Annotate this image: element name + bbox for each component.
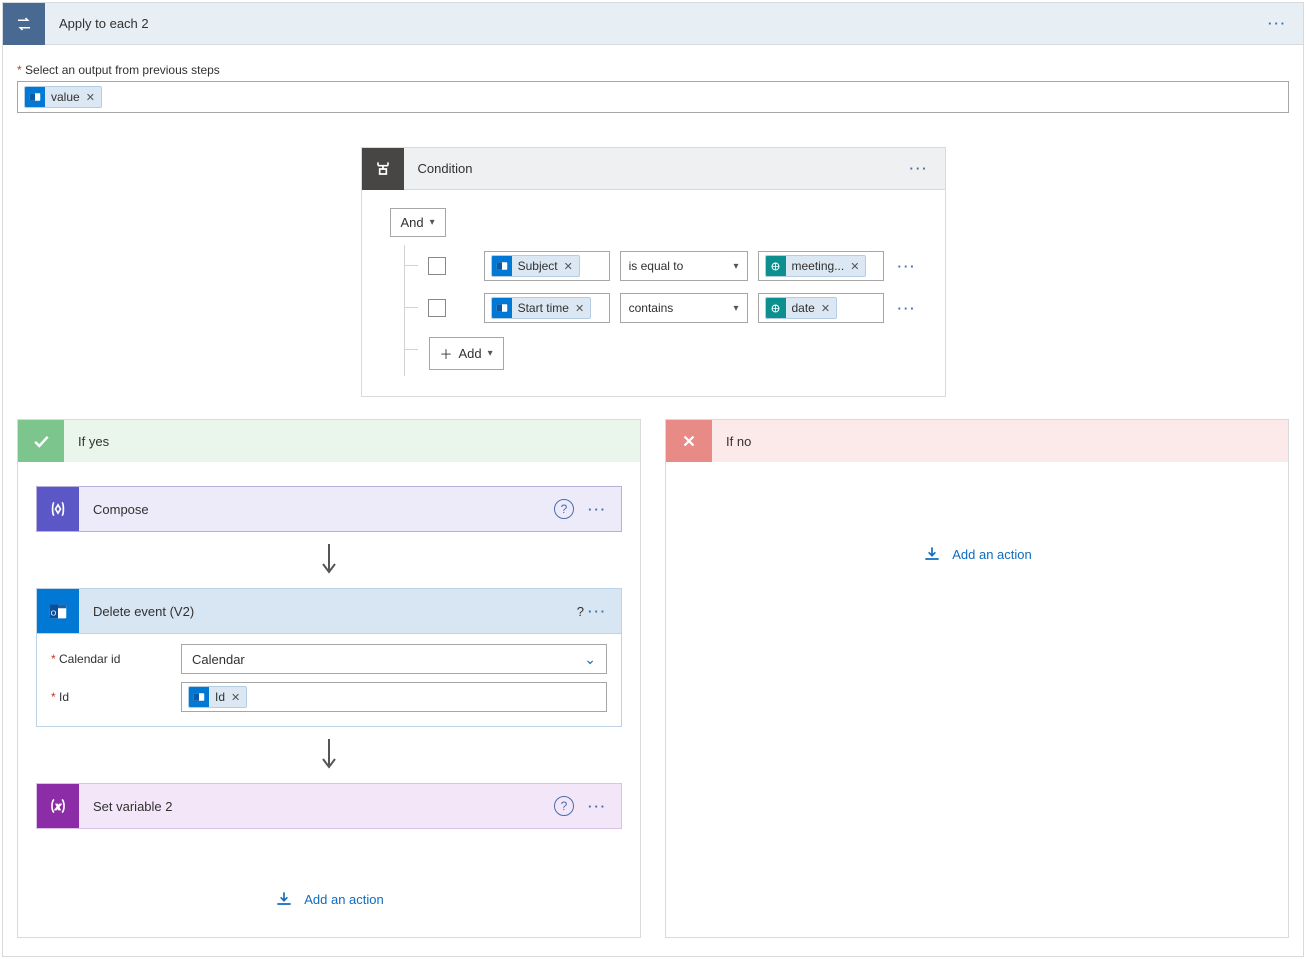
- condition-row-2-right[interactable]: date ✕: [758, 293, 884, 323]
- condition-menu[interactable]: ···: [906, 161, 933, 176]
- outlook-icon: [25, 87, 45, 107]
- condition-icon: [362, 148, 404, 190]
- help-icon[interactable]: ?: [577, 604, 584, 619]
- insert-action-icon: [922, 544, 942, 564]
- remove-token-icon[interactable]: ✕: [821, 302, 836, 315]
- condition-row-2: Start time ✕ contains ▾: [405, 287, 921, 329]
- remove-token-icon[interactable]: ✕: [575, 302, 590, 315]
- set-variable-card[interactable]: x Set variable 2 ? ···: [36, 783, 622, 829]
- calendar-id-label: * Calendar id: [51, 652, 181, 666]
- condition-row-1-operator[interactable]: is equal to ▾: [620, 251, 748, 281]
- if-yes-header: If yes: [18, 420, 640, 462]
- value-token[interactable]: value ✕: [24, 86, 102, 108]
- output-label: * Select an output from previous steps: [17, 63, 1289, 77]
- add-action-yes[interactable]: Add an action: [36, 889, 622, 909]
- plus-icon: ＋: [440, 344, 453, 363]
- help-icon[interactable]: ?: [554, 796, 574, 816]
- remove-token-icon[interactable]: ✕: [850, 260, 865, 273]
- outlook-icon: [189, 687, 209, 707]
- condition-header[interactable]: Condition ···: [362, 148, 945, 190]
- chevron-down-icon: ▾: [733, 303, 738, 314]
- variable-icon: [766, 298, 786, 318]
- chevron-down-icon: ▾: [430, 217, 435, 228]
- id-label: * Id: [51, 690, 181, 704]
- compose-card[interactable]: Compose ? ···: [36, 486, 622, 532]
- chevron-down-icon: ⌄: [584, 651, 596, 668]
- add-action-no[interactable]: Add an action: [684, 544, 1270, 564]
- condition-title: Condition: [404, 161, 906, 176]
- condition-row-2-menu[interactable]: ···: [894, 301, 921, 316]
- compose-menu[interactable]: ···: [584, 502, 611, 517]
- loop-icon: [3, 3, 45, 45]
- cross-icon: [666, 420, 712, 462]
- and-dropdown[interactable]: And ▾: [390, 208, 446, 237]
- condition-row-1: Subject ✕ is equal to ▾: [405, 245, 921, 287]
- remove-token-icon[interactable]: ✕: [231, 691, 246, 704]
- condition-row-2-checkbox[interactable]: [428, 299, 446, 317]
- if-no-branch: If no Add an action: [665, 419, 1289, 938]
- condition-row-2-operator[interactable]: contains ▾: [620, 293, 748, 323]
- output-token-field[interactable]: value ✕: [17, 81, 1289, 113]
- id-field[interactable]: Id ✕: [181, 682, 607, 712]
- delete-event-header[interactable]: O Delete event (V2) ? ···: [37, 589, 621, 633]
- check-icon: [18, 420, 64, 462]
- if-yes-branch: If yes Compose ? ···: [17, 419, 641, 938]
- condition-row-1-left[interactable]: Subject ✕: [484, 251, 610, 281]
- condition-row-1-menu[interactable]: ···: [894, 259, 921, 274]
- chevron-down-icon: ▾: [733, 261, 738, 272]
- condition-card: Condition ··· And ▾: [361, 147, 946, 397]
- remove-token-icon[interactable]: ✕: [564, 260, 579, 273]
- apply-to-each-container: Apply to each 2 ··· * Select an output f…: [2, 2, 1304, 957]
- help-icon[interactable]: ?: [554, 499, 574, 519]
- variable-icon: [766, 256, 786, 276]
- arrow-down-icon: [36, 542, 622, 580]
- apply-to-each-menu[interactable]: ···: [1264, 16, 1291, 31]
- condition-add-row: ＋ Add ▾: [405, 329, 921, 376]
- condition-row-1-right[interactable]: meeting... ✕: [758, 251, 884, 281]
- variable-icon: x: [37, 784, 79, 828]
- arrow-down-icon: [36, 737, 622, 775]
- add-condition-button[interactable]: ＋ Add ▾: [429, 337, 504, 370]
- compose-icon: [37, 487, 79, 531]
- delete-event-card: O Delete event (V2) ? ··· * Calendar id: [36, 588, 622, 727]
- outlook-icon: [492, 298, 512, 318]
- remove-token-icon[interactable]: ✕: [86, 91, 101, 104]
- outlook-icon: O: [37, 589, 79, 633]
- if-no-header: If no: [666, 420, 1288, 462]
- outlook-icon: [492, 256, 512, 276]
- set-variable-menu[interactable]: ···: [584, 799, 611, 814]
- apply-to-each-title: Apply to each 2: [45, 16, 1264, 31]
- calendar-id-select[interactable]: Calendar ⌄: [181, 644, 607, 674]
- insert-action-icon: [274, 889, 294, 909]
- svg-text:O: O: [51, 609, 57, 618]
- condition-row-1-checkbox[interactable]: [428, 257, 446, 275]
- svg-text:x: x: [55, 801, 61, 811]
- apply-to-each-header[interactable]: Apply to each 2 ···: [3, 3, 1303, 45]
- chevron-down-icon: ▾: [488, 348, 493, 359]
- condition-row-2-left[interactable]: Start time ✕: [484, 293, 610, 323]
- delete-event-menu[interactable]: ···: [584, 604, 611, 619]
